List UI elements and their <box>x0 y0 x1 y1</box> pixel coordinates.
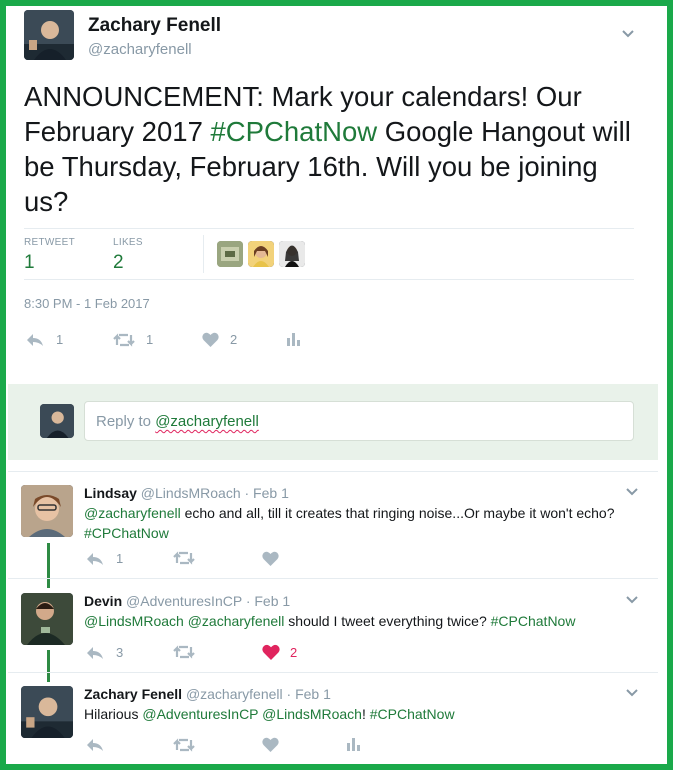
reply-input[interactable]: Reply to @zacharyfenell <box>84 401 634 441</box>
analytics-icon <box>347 738 360 751</box>
reply-date[interactable]: · Feb 1 <box>245 485 289 501</box>
stats-separator <box>203 235 204 273</box>
tweet-text: ANNOUNCEMENT: Mark your calendars! Our F… <box>24 79 644 219</box>
heart-icon <box>262 551 279 566</box>
reply-author-handle[interactable]: @AdventuresInCP <box>126 593 242 609</box>
thread-line <box>47 650 50 682</box>
retweets-count[interactable]: 1 <box>24 252 35 274</box>
reply-author-handle[interactable]: @zacharyfenell <box>186 686 283 702</box>
reply-avatar[interactable] <box>21 485 73 537</box>
hashtag-link[interactable]: #CPChatNow <box>370 706 455 722</box>
heart-icon <box>262 737 279 752</box>
likes-count[interactable]: 2 <box>113 252 124 274</box>
retweet-action[interactable] <box>173 645 195 659</box>
hashtag-link[interactable]: #CPChatNow <box>491 613 576 629</box>
divider <box>8 672 658 673</box>
mention-link[interactable]: @LindsMRoach <box>84 613 184 629</box>
likes-label: LIKES <box>113 237 143 248</box>
divider <box>24 279 634 280</box>
reply-date[interactable]: · Feb 1 <box>287 686 331 702</box>
chevron-down-icon[interactable] <box>626 689 638 697</box>
mention-link[interactable]: @AdventuresInCP <box>142 706 258 722</box>
reply-author-name[interactable]: Zachary Fenell <box>84 686 182 702</box>
reply-action[interactable]: 1 <box>26 332 63 347</box>
retweet-icon <box>173 738 195 752</box>
reply-icon <box>87 646 103 659</box>
reply-action[interactable] <box>86 738 104 752</box>
reply-text-part: ! <box>361 706 370 722</box>
hashtag-link[interactable]: #CPChatNow <box>211 116 378 147</box>
liker-avatar[interactable] <box>248 241 274 267</box>
retweets-label: RETWEET <box>24 237 75 248</box>
reply-text: @zacharyfenell echo and all, till it cre… <box>84 503 624 543</box>
divider <box>24 228 634 229</box>
reply-count: 3 <box>116 645 124 660</box>
author-name[interactable]: Zachary Fenell <box>88 15 221 37</box>
reply-header: Lindsay @LindsMRoach · Feb 1 <box>84 485 289 501</box>
chevron-down-icon[interactable] <box>626 596 638 604</box>
reply-avatar[interactable] <box>21 593 73 645</box>
chevron-down-icon[interactable] <box>626 488 638 496</box>
retweet-icon <box>173 645 195 659</box>
analytics-icon <box>287 333 300 346</box>
divider <box>8 578 658 579</box>
retweet-icon <box>173 551 195 565</box>
reply-count: 1 <box>56 332 64 347</box>
mention-link[interactable]: @LindsMRoach <box>262 706 362 722</box>
retweet-action[interactable] <box>173 551 195 565</box>
reply-author-name[interactable]: Devin <box>84 593 122 609</box>
reply-text: Hilarious @AdventuresInCP @LindsMRoach! … <box>84 704 644 724</box>
reply-header: Devin @AdventuresInCP · Feb 1 <box>84 593 290 609</box>
like-action[interactable] <box>262 551 279 566</box>
reply-icon <box>27 333 43 346</box>
reply-date[interactable]: · Feb 1 <box>246 593 290 609</box>
reply-action[interactable]: 1 <box>86 551 123 566</box>
reply-text-part: should I tweet everything twice? <box>284 613 491 629</box>
chevron-down-icon[interactable] <box>622 30 634 38</box>
user-avatar <box>40 404 74 438</box>
reply-header: Zachary Fenell @zacharyfenell · Feb 1 <box>84 686 331 702</box>
like-count: 2 <box>290 644 298 660</box>
liker-avatar[interactable] <box>279 241 305 267</box>
hashtag-link[interactable]: #CPChatNow <box>84 525 169 541</box>
retweet-action[interactable]: 1 <box>113 332 153 347</box>
heart-icon <box>262 644 280 660</box>
reply-prefix: Reply to <box>96 413 156 430</box>
reply-text-part: Hilarious <box>84 706 143 722</box>
thread-line <box>47 543 50 588</box>
reply-text-part: echo and all, till it creates that ringi… <box>180 505 615 521</box>
reply-icon <box>87 739 103 751</box>
mention-link[interactable]: @zacharyfenell <box>188 613 285 629</box>
reply-count: 1 <box>116 551 124 566</box>
like-count: 2 <box>230 332 238 347</box>
author-handle[interactable]: @zacharyfenell <box>88 41 192 58</box>
reply-icon <box>87 552 103 565</box>
liker-avatar[interactable] <box>217 241 243 267</box>
like-action[interactable]: 2 <box>262 644 297 660</box>
mention-link[interactable]: @zacharyfenell <box>84 505 181 521</box>
analytics-action[interactable] <box>287 333 301 346</box>
retweet-action[interactable] <box>173 738 195 752</box>
like-action[interactable] <box>262 737 279 752</box>
reply-avatar[interactable] <box>21 686 73 738</box>
heart-icon <box>202 332 219 347</box>
reply-text: @LindsMRoach @zacharyfenell should I twe… <box>84 611 644 631</box>
analytics-action[interactable] <box>347 738 361 751</box>
divider <box>8 471 658 472</box>
reply-mention: @zacharyfenell <box>155 413 259 430</box>
author-avatar[interactable] <box>24 10 74 60</box>
retweet-count: 1 <box>146 332 154 347</box>
tweet-timestamp[interactable]: 8:30 PM - 1 Feb 2017 <box>24 296 150 311</box>
retweet-icon <box>113 332 135 347</box>
like-action[interactable]: 2 <box>202 332 237 347</box>
reply-author-name[interactable]: Lindsay <box>84 485 137 501</box>
reply-action[interactable]: 3 <box>86 645 123 660</box>
reply-author-handle[interactable]: @LindsMRoach <box>141 485 241 501</box>
